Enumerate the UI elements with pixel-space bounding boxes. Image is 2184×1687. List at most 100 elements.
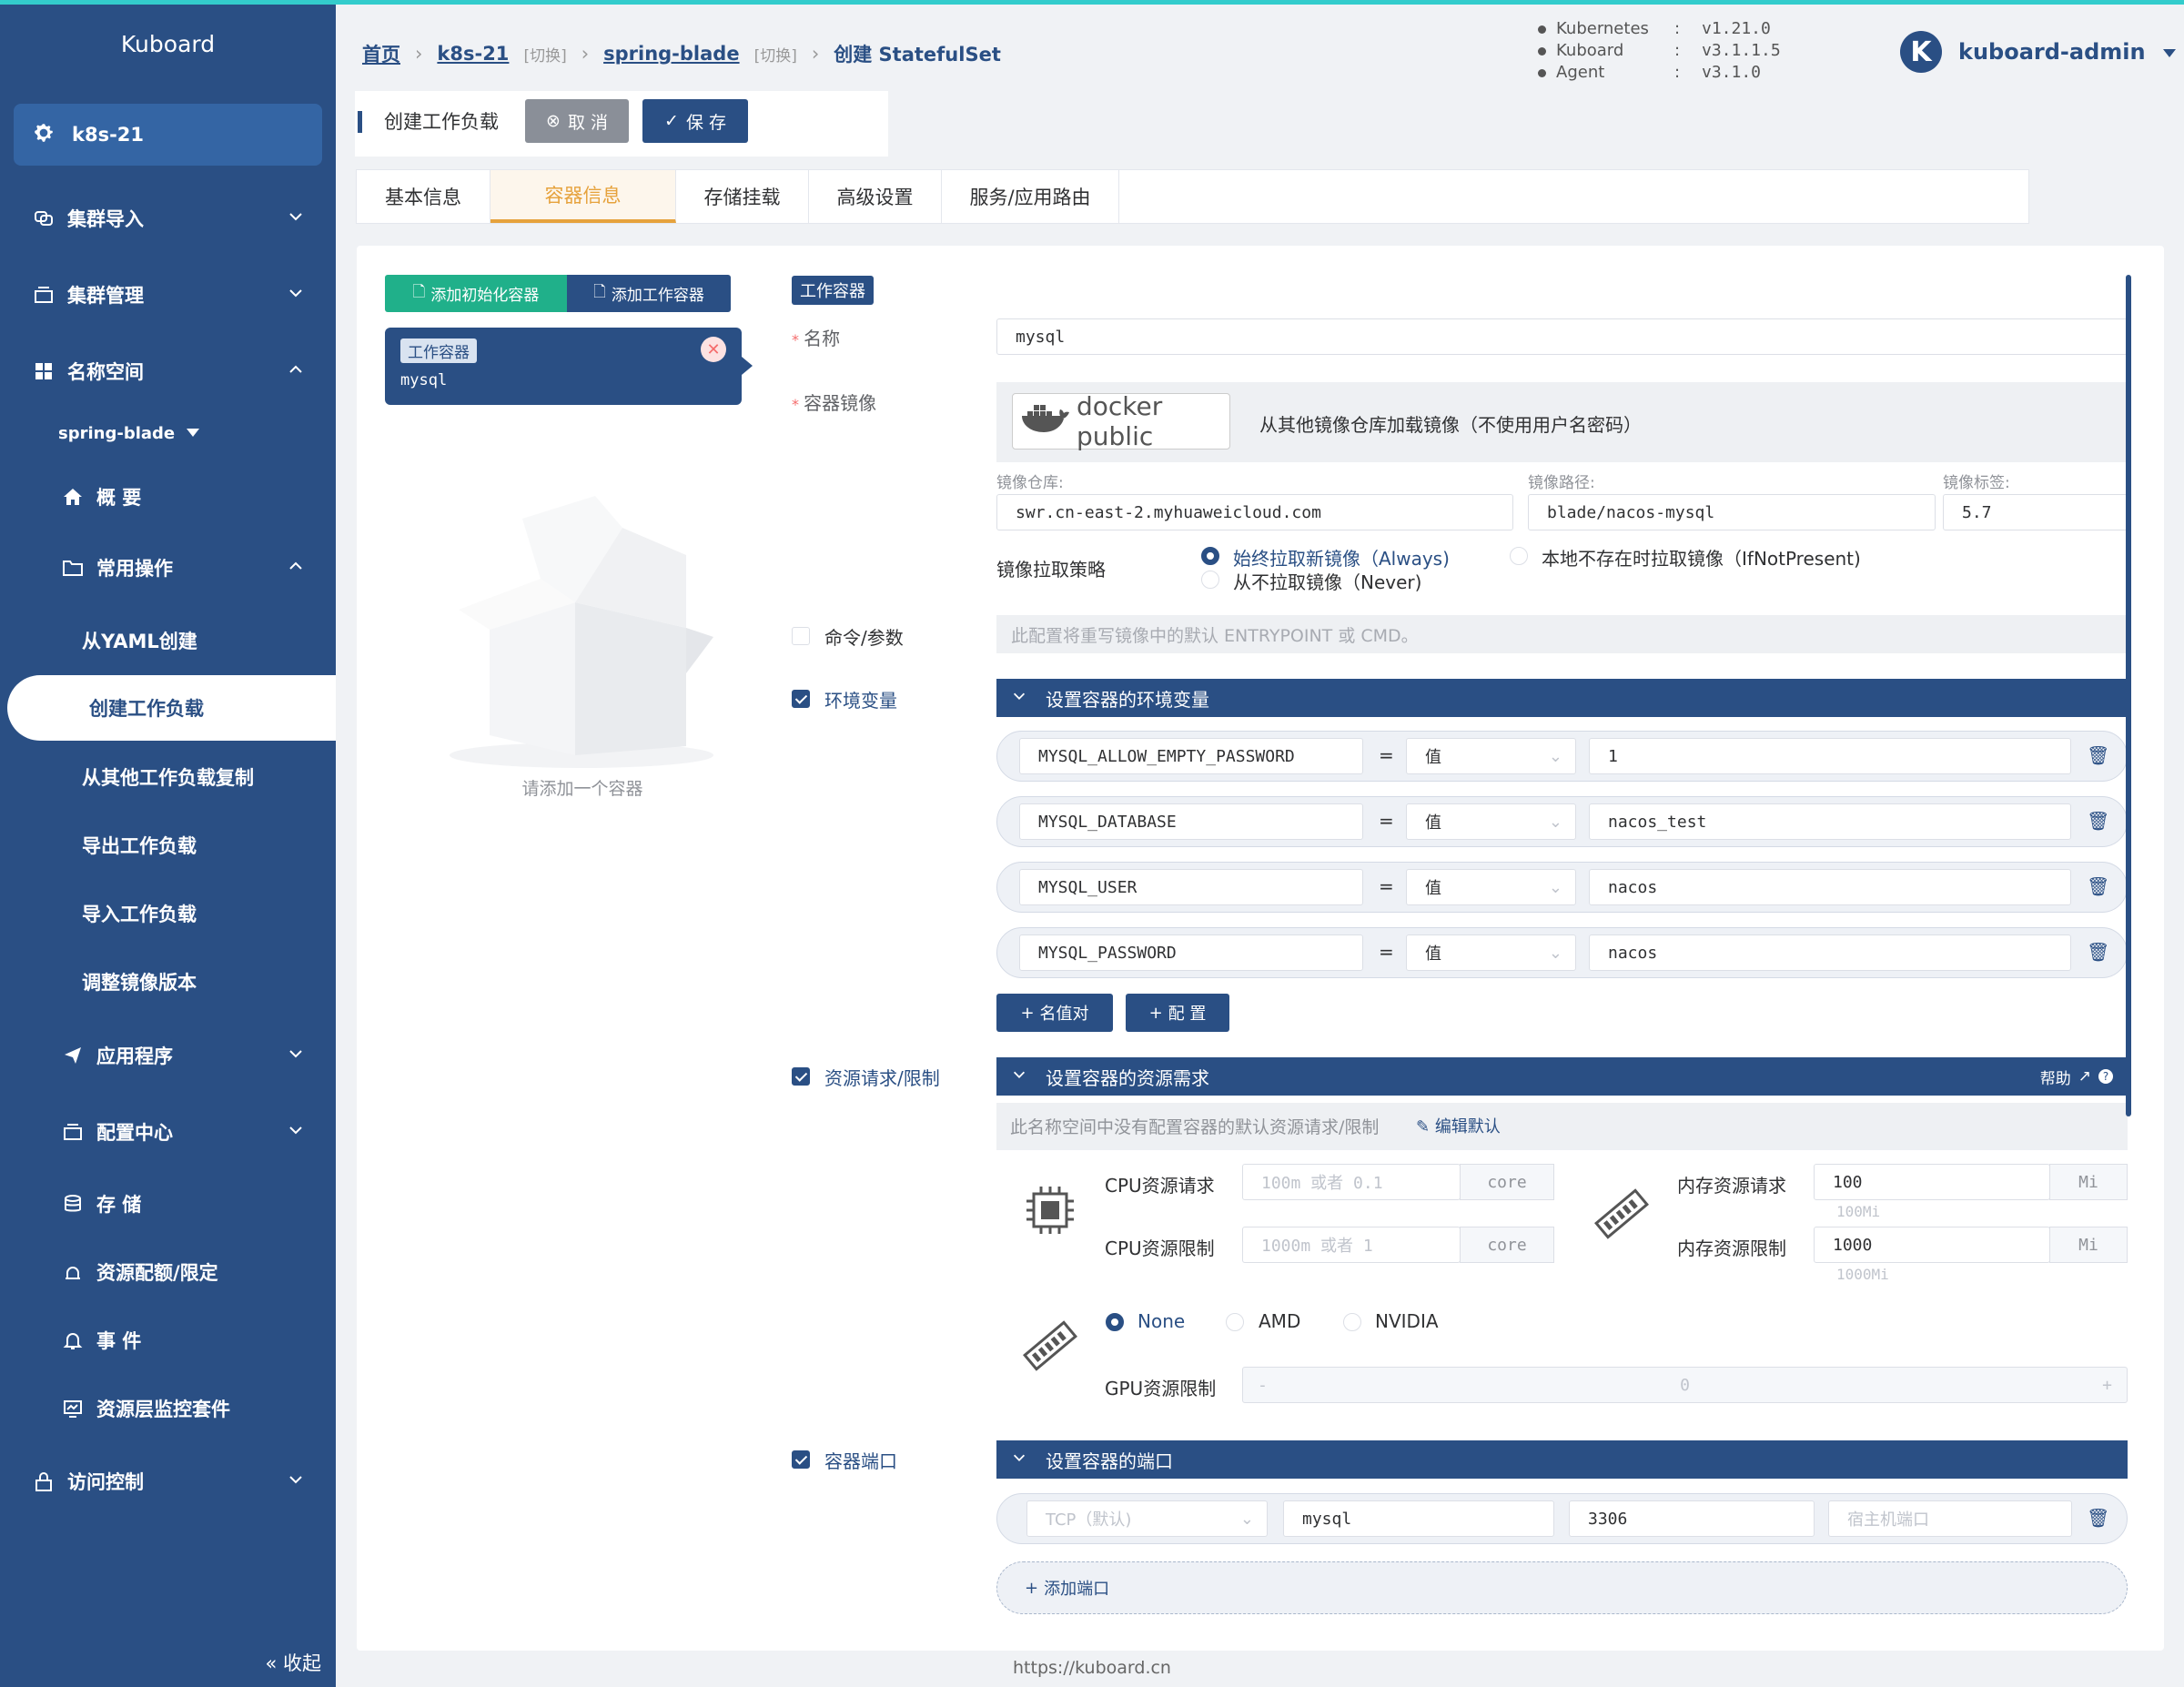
caret-down-icon	[186, 424, 200, 443]
trash-icon[interactable]: 🗑	[2087, 744, 2109, 766]
close-icon[interactable]: ✕	[701, 337, 726, 362]
resources-section-header[interactable]: 设置容器的资源需求 帮助 ↗?	[996, 1057, 2128, 1096]
name-input[interactable]: mysql	[996, 318, 2128, 355]
add-work-container-button[interactable]: 🗋 添加工作容器	[567, 275, 731, 312]
nav-access-control[interactable]: 访问控制	[0, 1454, 336, 1509]
switch-namespace-link[interactable]: [切换]	[754, 43, 797, 66]
add-init-container-button[interactable]: 🗋 添加初始化容器	[385, 275, 567, 312]
help-link[interactable]: 帮助 ↗?	[2040, 1066, 2113, 1088]
nav-export-workload[interactable]: 导出工作负载	[0, 818, 336, 873]
nav-storage[interactable]: 存 储	[0, 1177, 336, 1231]
env-checkbox[interactable]	[792, 690, 810, 708]
pull-always-radio[interactable]	[1201, 547, 1219, 565]
host-port-input[interactable]: 宿主机端口	[1828, 1500, 2072, 1537]
env-value-input[interactable]: nacos_test	[1589, 803, 2071, 840]
env-value-input[interactable]: 1	[1589, 738, 2071, 774]
tab-storage-mount[interactable]: 存储挂载	[676, 170, 809, 223]
save-button[interactable]: ✓ 保 存	[642, 99, 748, 143]
gpu-none-radio[interactable]	[1106, 1313, 1124, 1331]
folder-icon	[55, 558, 91, 578]
trash-icon[interactable]: 🗑	[2087, 941, 2109, 963]
breadcrumb-home[interactable]: 首页	[362, 40, 400, 67]
tab-bar: 基本信息 容器信息 存储挂载 高级设置 服务/应用路由	[356, 169, 2029, 224]
cpu-limit-input[interactable]: 1000m 或者 1	[1242, 1227, 1461, 1263]
repo-input[interactable]: swr.cn-east-2.myhuaweicloud.com	[996, 494, 1513, 530]
pull-never-radio[interactable]	[1201, 571, 1219, 589]
cluster-manage-icon	[25, 285, 62, 305]
gpu-amd-radio[interactable]	[1226, 1313, 1244, 1331]
tab-container-info[interactable]: 容器信息	[490, 170, 676, 223]
env-type-select[interactable]: 值 ⌄	[1406, 934, 1576, 971]
nav-copy-workload[interactable]: 从其他工作负载复制	[0, 750, 336, 804]
nav-create-from-yaml[interactable]: 从YAML创建	[0, 613, 336, 668]
docker-public-button[interactable]: docker public	[1012, 391, 1230, 451]
add-kv-button[interactable]: + 名值对	[996, 994, 1113, 1032]
env-value-input[interactable]: nacos	[1589, 869, 2071, 905]
nav-events[interactable]: 事 件	[0, 1313, 336, 1368]
port-name-input[interactable]: mysql	[1283, 1500, 1554, 1537]
nav-applications[interactable]: 应用程序	[0, 1028, 336, 1083]
tag-input[interactable]: 5.7	[1943, 494, 2128, 530]
nav-resource-quota[interactable]: 资源配额/限定	[0, 1245, 336, 1299]
tab-service-route[interactable]: 服务/应用路由	[942, 170, 1119, 223]
env-name-input[interactable]: MYSQL_PASSWORD	[1019, 934, 1363, 971]
nav-adjust-image[interactable]: 调整镜像版本	[0, 955, 336, 1009]
tab-basic-info[interactable]: 基本信息	[357, 170, 490, 223]
ports-checkbox[interactable]	[792, 1450, 810, 1469]
ports-section-header[interactable]: 设置容器的端口	[996, 1440, 2128, 1479]
add-port-button[interactable]: + 添加端口	[996, 1561, 2128, 1614]
env-name-input[interactable]: MYSQL_DATABASE	[1019, 803, 1363, 840]
external-link-icon: ↗	[2078, 1067, 2091, 1086]
env-type-select[interactable]: 值 ⌄	[1406, 803, 1576, 840]
nav-namespace[interactable]: 名称空间	[0, 344, 336, 399]
nav-cluster-manage[interactable]: 集群管理	[0, 268, 336, 322]
scrollbar[interactable]	[2126, 275, 2131, 1116]
pull-ifnotpresent-radio[interactable]	[1510, 547, 1528, 565]
port-protocol-select[interactable]: TCP（默认) ⌄	[1026, 1500, 1268, 1537]
container-port-input[interactable]: 3306	[1569, 1500, 1815, 1537]
breadcrumb-cluster[interactable]: k8s-21	[437, 43, 509, 65]
edit-default-link[interactable]: ✎ 编辑默认	[1416, 1114, 1501, 1137]
user-menu[interactable]: K kuboard-admin	[1900, 31, 2177, 73]
tag-label: 镜像标签:	[1943, 474, 2010, 492]
nav-common-ops[interactable]: 常用操作	[0, 540, 336, 595]
path-input[interactable]: blade/nacos-mysql	[1528, 494, 1936, 530]
pull-always-label: 始终拉取新镜像（Always)	[1233, 548, 1450, 570]
cpu-request-input[interactable]: 100m 或者 0.1	[1242, 1164, 1461, 1200]
gpu-limit-input: -0 +	[1242, 1367, 2128, 1403]
add-config-button[interactable]: + 配 置	[1126, 994, 1229, 1032]
pull-ifnotpresent-label: 本地不存在时拉取镜像（IfNotPresent)	[1542, 548, 1861, 570]
chevron-down-icon	[287, 1470, 305, 1493]
env-section-header[interactable]: 设置容器的环境变量	[996, 679, 2128, 717]
cmd-args-checkbox[interactable]	[792, 627, 810, 645]
switch-cluster-link[interactable]: [切换]	[523, 43, 566, 66]
cluster-selector[interactable]: k8s-21	[14, 104, 322, 166]
nav-config-center[interactable]: 配置中心	[0, 1105, 336, 1159]
nav-overview[interactable]: 概 要	[0, 470, 336, 524]
chevron-right-icon: ›	[811, 43, 820, 65]
nav-import-workload[interactable]: 导入工作负载	[0, 886, 336, 941]
tab-advanced[interactable]: 高级设置	[809, 170, 942, 223]
sidebar-collapse-button[interactable]: « 收起	[265, 1649, 321, 1676]
nav-create-workload[interactable]: 创建工作负载	[7, 675, 336, 741]
env-type-select[interactable]: 值 ⌄	[1406, 738, 1576, 774]
footer-url[interactable]: https://kuboard.cn	[910, 1658, 1274, 1678]
container-card[interactable]: 工作容器 mysql ✕	[385, 328, 753, 405]
trash-icon[interactable]: 🗑	[2087, 875, 2109, 897]
memory-request-input[interactable]: 100	[1814, 1164, 2050, 1200]
breadcrumb-current: 创建 StatefulSet	[834, 44, 1001, 66]
env-name-input[interactable]: MYSQL_ALLOW_EMPTY_PASSWORD	[1019, 738, 1363, 774]
gpu-nvidia-radio[interactable]	[1343, 1313, 1361, 1331]
resources-checkbox[interactable]	[792, 1067, 810, 1086]
trash-icon[interactable]: 🗑	[2087, 810, 2109, 832]
namespace-selector[interactable]: spring-blade	[0, 406, 336, 460]
trash-icon[interactable]: 🗑	[2087, 1507, 2109, 1529]
nav-cluster-import[interactable]: 集群导入	[0, 191, 336, 246]
breadcrumb-namespace[interactable]: spring-blade	[603, 43, 739, 65]
memory-limit-input[interactable]: 1000	[1814, 1227, 2050, 1263]
cancel-button[interactable]: ⊗ 取 消	[525, 99, 629, 143]
env-value-input[interactable]: nacos	[1589, 934, 2071, 971]
nav-monitoring[interactable]: 资源层监控套件	[0, 1381, 336, 1436]
env-type-select[interactable]: 值 ⌄	[1406, 869, 1576, 905]
env-name-input[interactable]: MYSQL_USER	[1019, 869, 1363, 905]
